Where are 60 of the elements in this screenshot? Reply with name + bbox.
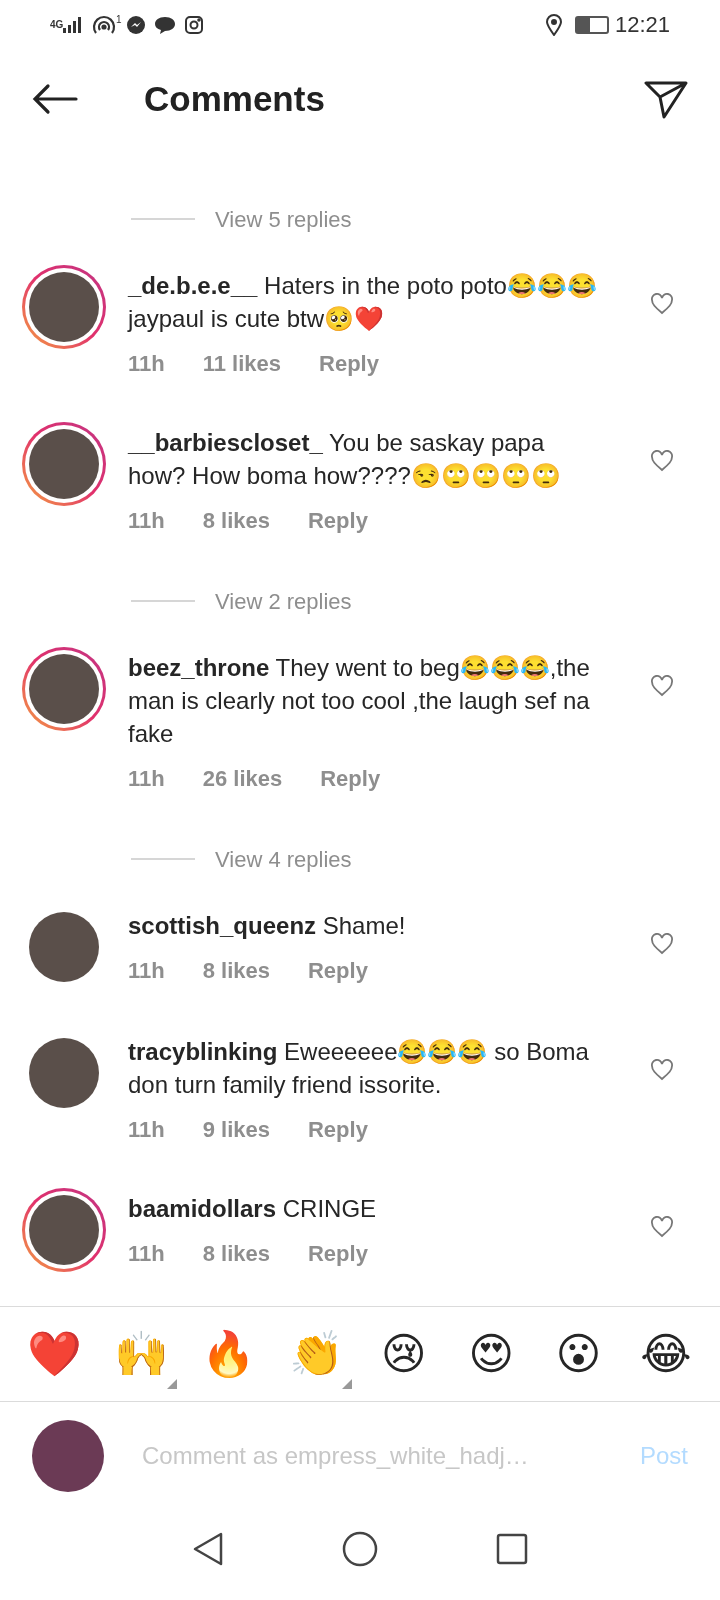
view-replies-link[interactable]: View 5 replies <box>215 202 352 236</box>
camera-icon <box>183 14 204 35</box>
send-icon[interactable] <box>644 79 688 119</box>
comment-text: baamidollars CRINGE <box>128 1194 378 1224</box>
reaction-emoji-button[interactable]: ❤ <box>18 1319 90 1389</box>
reaction-emoji-button[interactable]: 😢 <box>367 1319 440 1389</box>
comment-text: tracyblinking Eweeeeee😂😂😂 so Boma don turn family friend issorite. <box>128 1037 590 1100</box>
reply-button[interactable]: Reply <box>308 1237 368 1270</box>
comment-time: 11h <box>128 350 165 378</box>
page-title: Comments <box>144 77 325 120</box>
like-heart-icon[interactable] <box>650 1059 674 1081</box>
comment-text: scottish_queenz Shame! <box>128 911 407 941</box>
chat-bubble-icon <box>153 14 176 35</box>
avatar-photo-placeholder <box>29 654 99 724</box>
comment-text: __barbiescloset_ You be saskay papa how? How boma how????😒🙄🙄🙄🙄 <box>128 428 562 491</box>
reaction-emoji-button[interactable]: 😍 <box>455 1319 528 1389</box>
network-type: 4G <box>50 19 62 30</box>
variants-corner-icon <box>167 1379 178 1389</box>
like-count[interactable]: 26 likes <box>202 762 283 795</box>
location-pin-icon <box>544 13 563 36</box>
comment-time: 11h <box>128 507 165 535</box>
comment-time: 11h <box>128 765 165 793</box>
back-triangle-icon[interactable] <box>192 1532 224 1566</box>
messenger-icon <box>125 14 146 35</box>
comment-time: 11h <box>128 1240 165 1268</box>
view-replies-link[interactable]: View 2 replies <box>215 584 352 618</box>
avatar-photo-placeholder <box>29 272 99 342</box>
like-count[interactable]: 8 likes <box>202 954 270 987</box>
comment-text: beez_throne They went to beg😂😂😂,the man is clearly not too cool ,the laugh sef na fake <box>128 653 591 749</box>
hotspot-icon <box>92 14 116 35</box>
reply-button[interactable]: Reply <box>319 347 379 380</box>
like-count[interactable]: 8 likes <box>202 1237 270 1270</box>
reply-button[interactable]: Reply <box>308 504 368 537</box>
signal-icon <box>62 15 84 34</box>
like-heart-icon[interactable] <box>650 933 674 955</box>
avatar-photo-placeholder <box>29 429 99 499</box>
like-heart-icon[interactable] <box>650 675 674 697</box>
reply-button[interactable]: Reply <box>308 1113 368 1146</box>
like-heart-icon[interactable] <box>650 1216 674 1238</box>
like-heart-icon[interactable] <box>650 450 674 472</box>
clock: 12:21 <box>614 11 670 39</box>
view-replies-link[interactable]: View 4 replies <box>215 842 352 876</box>
home-circle-icon[interactable] <box>342 1531 378 1567</box>
comment-time: 11h <box>128 957 165 985</box>
like-heart-icon[interactable] <box>650 293 674 315</box>
like-count[interactable]: 8 likes <box>202 504 270 537</box>
reply-button[interactable]: Reply <box>308 954 368 987</box>
reaction-emoji-button[interactable]: 🔥 <box>192 1319 265 1389</box>
comment-text: _de.b.e.e__ Haters in the poto poto😂😂😂 jaypaul is cute btw🥺❤ <box>128 271 598 334</box>
avatar-photo-placeholder <box>29 1195 99 1265</box>
comment-time: 11h <box>128 1116 165 1144</box>
recents-square-icon[interactable] <box>496 1533 528 1565</box>
like-count[interactable]: 9 likes <box>202 1113 270 1146</box>
reaction-emoji-button[interactable]: 😮 <box>542 1319 615 1389</box>
hotspot-count: 1 <box>116 13 122 27</box>
like-count[interactable]: 11 likes <box>202 347 281 380</box>
reply-button[interactable]: Reply <box>320 762 381 795</box>
reaction-emoji-button[interactable]: 😂 <box>629 1319 702 1389</box>
comment-input[interactable]: Comment as empress_white_hadj… <box>142 1438 630 1474</box>
variants-corner-icon <box>342 1379 353 1389</box>
